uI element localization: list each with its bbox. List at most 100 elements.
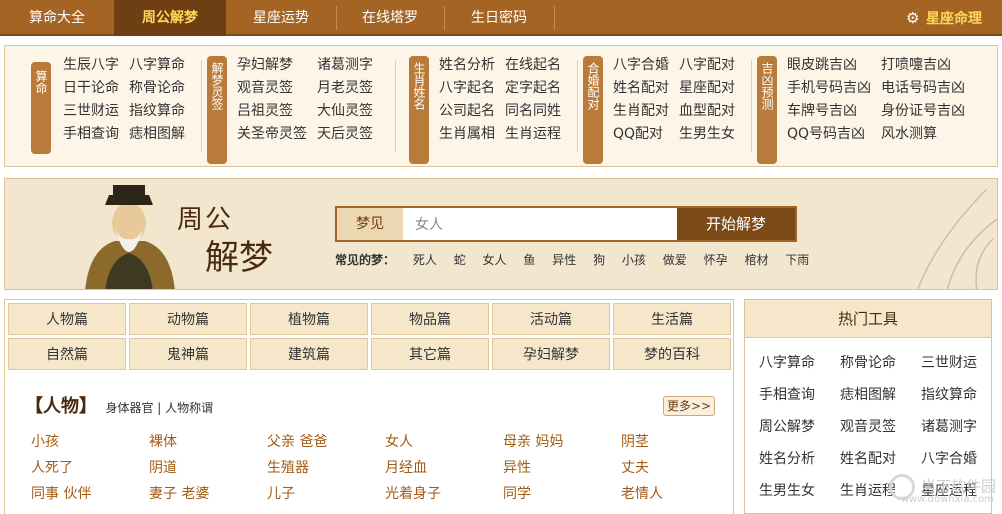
link-item[interactable]: 观音灵签 <box>237 79 307 98</box>
category-tab[interactable]: 自然篇 <box>8 338 126 370</box>
link-item[interactable]: 电话号码吉凶 <box>881 79 965 98</box>
link-item[interactable]: 姓名分析 <box>439 56 495 75</box>
link-item[interactable]: 关圣帝灵签 <box>237 125 307 144</box>
link-item[interactable]: 公司起名 <box>439 102 495 121</box>
dream-word-link[interactable]: 阴道 <box>149 457 267 483</box>
dream-word-link[interactable]: 同事 伙伴 <box>31 483 149 509</box>
link-item[interactable]: 八字算命 <box>129 56 185 75</box>
common-dream-link[interactable]: 蛇 <box>454 253 466 267</box>
link-item[interactable]: 风水测算 <box>881 125 965 144</box>
category-tab[interactable]: 植物篇 <box>250 303 368 335</box>
dream-word-link[interactable]: 阴茎 <box>621 431 739 457</box>
common-dream-link[interactable]: 狗 <box>593 253 605 267</box>
link-item[interactable]: 痣相图解 <box>129 125 185 144</box>
common-dream-link[interactable]: 异性 <box>552 253 576 267</box>
dream-word-link[interactable]: 光着身子 <box>385 483 503 509</box>
link-item[interactable]: 生肖配对 <box>613 102 669 121</box>
link-item[interactable]: 在线起名 <box>505 56 561 75</box>
nav-item-tarot[interactable]: 在线塔罗 <box>336 0 444 36</box>
tool-link[interactable]: 观音灵签 <box>840 416 921 448</box>
dream-word-link[interactable]: 月经血 <box>385 457 503 483</box>
common-dream-link[interactable]: 怀孕 <box>704 253 728 267</box>
category-tab[interactable]: 活动篇 <box>492 303 610 335</box>
common-dream-link[interactable]: 小孩 <box>622 253 646 267</box>
link-item[interactable]: 同名同姓 <box>505 102 561 121</box>
common-dream-link[interactable]: 死人 <box>413 253 437 267</box>
link-item[interactable]: 诸葛测字 <box>317 56 373 75</box>
section-sublinks[interactable]: 身体器官 | 人物称谓 <box>105 401 213 415</box>
category-tab[interactable]: 生活篇 <box>613 303 731 335</box>
link-item[interactable]: QQ号码吉凶 <box>787 125 871 144</box>
link-item[interactable]: 八字合婚 <box>613 56 669 75</box>
link-item[interactable]: 指纹算命 <box>129 102 185 121</box>
dream-word-link[interactable]: 异性 <box>503 457 621 483</box>
tool-link[interactable]: 生男生女 <box>759 480 840 512</box>
link-item[interactable]: 血型配对 <box>679 102 735 121</box>
link-item[interactable]: 月老灵签 <box>317 79 373 98</box>
tool-link[interactable]: 指纹算命 <box>921 384 1002 416</box>
category-tab[interactable]: 人物篇 <box>8 303 126 335</box>
tool-link[interactable]: 周公解梦 <box>759 416 840 448</box>
dream-word-link[interactable]: 生殖器 <box>267 457 385 483</box>
common-dream-link[interactable]: 做爱 <box>663 253 687 267</box>
link-item[interactable]: QQ配对 <box>613 125 669 144</box>
tool-link[interactable]: 手相查询 <box>759 384 840 416</box>
tool-link[interactable]: 八字算命 <box>759 352 840 384</box>
search-button[interactable]: 开始解梦 <box>677 208 795 240</box>
dream-word-link[interactable]: 小孩 <box>31 431 149 457</box>
dream-word-link[interactable]: 妻子 老婆 <box>149 483 267 509</box>
dream-word-link[interactable]: 人死了 <box>31 457 149 483</box>
link-item[interactable]: 天后灵签 <box>317 125 373 144</box>
dream-word-link[interactable]: 老情人 <box>621 483 739 509</box>
link-item[interactable]: 手相查询 <box>63 125 119 144</box>
dream-search-input[interactable] <box>403 208 677 240</box>
tool-link[interactable]: 诸葛测字 <box>921 416 1002 448</box>
category-tab[interactable]: 建筑篇 <box>250 338 368 370</box>
link-item[interactable]: 生肖属相 <box>439 125 495 144</box>
link-item[interactable]: 定字起名 <box>505 79 561 98</box>
nav-item-suanming[interactable]: 算命大全 <box>0 0 114 36</box>
link-item[interactable]: 孕妇解梦 <box>237 56 307 75</box>
category-tab[interactable]: 其它篇 <box>371 338 489 370</box>
nav-right-link[interactable]: ⚙ 星座命理 <box>906 0 982 36</box>
nav-item-birthday[interactable]: 生日密码 <box>444 0 554 36</box>
link-item[interactable]: 日干论命 <box>63 79 119 98</box>
link-item[interactable]: 八字起名 <box>439 79 495 98</box>
link-item[interactable]: 车牌号吉凶 <box>787 102 871 121</box>
link-item[interactable]: 生男生女 <box>679 125 735 144</box>
link-item[interactable]: 生辰八字 <box>63 56 119 75</box>
dream-word-link[interactable]: 儿子 <box>267 483 385 509</box>
link-item[interactable]: 吕祖灵签 <box>237 102 307 121</box>
dream-word-link[interactable]: 母亲 妈妈 <box>503 431 621 457</box>
common-dream-link[interactable]: 棺材 <box>744 253 768 267</box>
dream-word-link[interactable]: 裸体 <box>149 431 267 457</box>
link-item[interactable]: 称骨论命 <box>129 79 185 98</box>
link-item[interactable]: 大仙灵签 <box>317 102 373 121</box>
category-tab[interactable]: 动物篇 <box>129 303 247 335</box>
dream-word-link[interactable]: 丈夫 <box>621 457 739 483</box>
tool-link[interactable]: 姓名分析 <box>759 448 840 480</box>
category-tab[interactable]: 物品篇 <box>371 303 489 335</box>
common-dream-link[interactable]: 女人 <box>483 253 507 267</box>
tool-link[interactable]: 痣相图解 <box>840 384 921 416</box>
category-tab[interactable]: 梦的百科 <box>613 338 731 370</box>
link-item[interactable]: 三世财运 <box>63 102 119 121</box>
category-tab[interactable]: 鬼神篇 <box>129 338 247 370</box>
dream-word-link[interactable]: 同学 <box>503 483 621 509</box>
link-item[interactable]: 生肖运程 <box>505 125 561 144</box>
nav-item-dream[interactable]: 周公解梦 <box>114 0 226 36</box>
category-tab[interactable]: 孕妇解梦 <box>492 338 610 370</box>
link-item[interactable]: 身份证号吉凶 <box>881 102 965 121</box>
tool-link[interactable]: 三世财运 <box>921 352 1002 384</box>
link-item[interactable]: 打喷嚏吉凶 <box>881 56 965 75</box>
more-button[interactable]: 更多>> <box>663 396 715 416</box>
link-item[interactable]: 星座配对 <box>679 79 735 98</box>
dream-word-link[interactable]: 父亲 爸爸 <box>267 431 385 457</box>
link-item[interactable]: 八字配对 <box>679 56 735 75</box>
tool-link[interactable]: 称骨论命 <box>840 352 921 384</box>
dream-word-link[interactable]: 女人 <box>385 431 503 457</box>
link-item[interactable]: 手机号码吉凶 <box>787 79 871 98</box>
link-item[interactable]: 眼皮跳吉凶 <box>787 56 871 75</box>
nav-item-horoscope[interactable]: 星座运势 <box>226 0 336 36</box>
link-item[interactable]: 姓名配对 <box>613 79 669 98</box>
